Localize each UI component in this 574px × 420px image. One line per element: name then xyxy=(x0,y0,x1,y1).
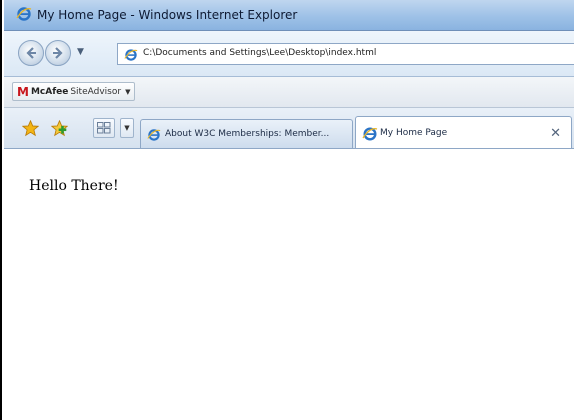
tab-label: My Home Page xyxy=(380,128,448,138)
ie-page-icon xyxy=(362,126,378,146)
window-title: My Home Page - Windows Internet Explorer xyxy=(37,8,298,22)
add-favorite-icon xyxy=(50,119,69,137)
ie-page-icon xyxy=(147,127,161,146)
mcafee-product: SiteAdvisor xyxy=(70,86,122,97)
close-tab-icon[interactable]: ✕ xyxy=(550,126,561,141)
favorites-center-button[interactable] xyxy=(21,119,40,141)
forward-button[interactable] xyxy=(45,40,71,66)
tab-about-w3c[interactable]: About W3C Memberships: Member... xyxy=(140,119,353,148)
add-to-favorites-button[interactable] xyxy=(50,119,69,141)
tab-bar: ▼ About W3C Memberships: Member... My Ho… xyxy=(4,108,574,149)
mcafee-logo-icon: M xyxy=(17,84,29,99)
address-url[interactable]: C:\Documents and Settings\Lee\Desktop\in… xyxy=(143,48,376,58)
page-content: Hello There! xyxy=(4,149,574,420)
tab-label: About W3C Memberships: Member... xyxy=(165,129,330,139)
quick-tabs-button[interactable] xyxy=(93,118,115,138)
mcafee-toolbar: M McAfee SiteAdvisor ▼ xyxy=(4,77,574,108)
browser-window: My Home Page - Windows Internet Explorer… xyxy=(0,0,574,420)
mcafee-brand: McAfee xyxy=(30,86,69,97)
back-button[interactable] xyxy=(18,40,44,66)
page-body-text: Hello There! xyxy=(29,178,119,194)
tab-list-dropdown[interactable]: ▼ xyxy=(120,118,134,138)
favorites-star-icon xyxy=(21,119,40,137)
quick-tabs-icon xyxy=(97,122,111,134)
ie-page-icon xyxy=(124,47,138,66)
forward-arrow-icon xyxy=(53,47,63,59)
back-arrow-icon xyxy=(26,47,36,59)
navigation-bar: ▼ C:\Documents and Settings\Lee\Desktop\… xyxy=(4,31,574,77)
address-bar[interactable]: C:\Documents and Settings\Lee\Desktop\in… xyxy=(117,43,574,65)
tab-my-home-page[interactable]: My Home Page ✕ xyxy=(355,116,572,148)
ie-logo-icon xyxy=(16,6,32,22)
recent-pages-dropdown[interactable]: ▼ xyxy=(77,47,87,57)
mcafee-siteadvisor-button[interactable]: M McAfee SiteAdvisor ▼ xyxy=(12,82,136,101)
title-bar[interactable]: My Home Page - Windows Internet Explorer xyxy=(4,0,574,31)
chevron-down-icon: ▼ xyxy=(125,87,131,96)
